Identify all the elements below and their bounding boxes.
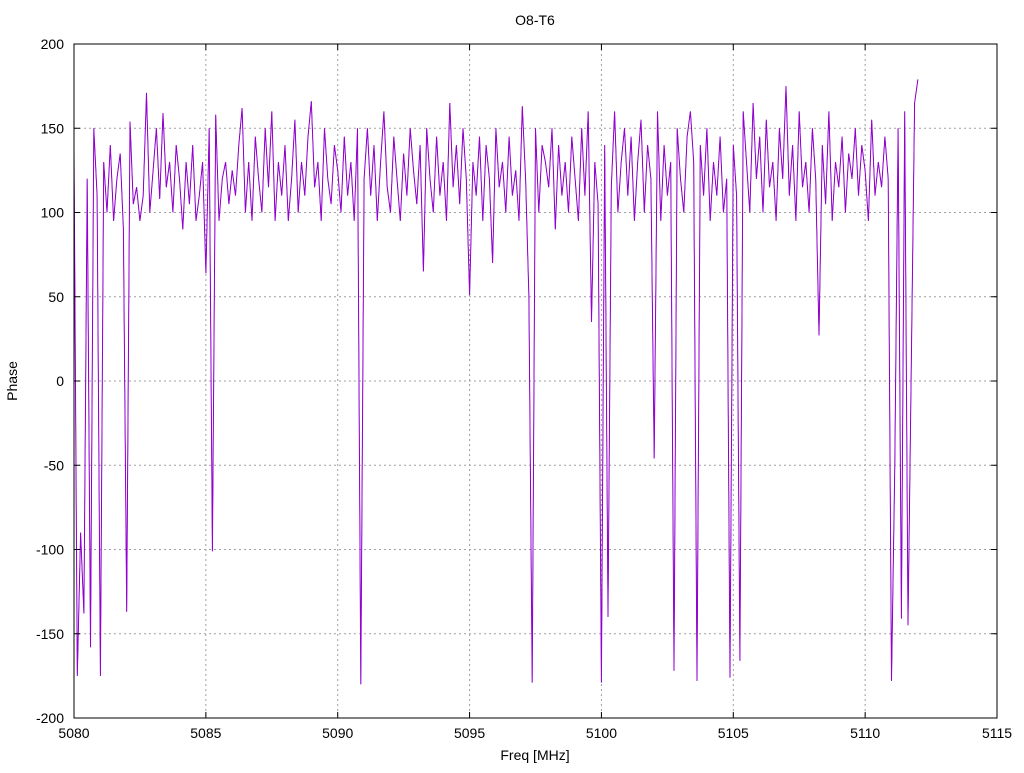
y-tick-label: 0 (56, 373, 64, 389)
y-tick-label: 50 (48, 289, 64, 305)
y-tick-label: 150 (41, 120, 65, 136)
phase-chart: 5080 5085 5090 5095 5100 5105 5110 5115 -200 -150… (4, 12, 1012, 763)
x-tick-label: 5110 (850, 725, 880, 741)
y-tick-label: -100 (36, 542, 64, 558)
x-tick-label: 5115 (982, 725, 1012, 741)
series-layer (73, 79, 919, 685)
y-axis-label: Phase (4, 361, 20, 401)
y-tick-label: -50 (44, 457, 64, 473)
x-tick-label: 5100 (586, 725, 617, 741)
x-tick-label: 5080 (58, 725, 89, 741)
x-tick-label: 5095 (454, 725, 485, 741)
x-tick-label: 5105 (718, 725, 749, 741)
x-tick-label: 5090 (322, 725, 353, 741)
y-tick-label: 200 (41, 36, 65, 52)
series-line-phase (73, 79, 919, 685)
y-tick-label: 100 (41, 205, 65, 221)
x-axis-label: Freq [MHz] (500, 747, 569, 763)
x-tick-label: 5085 (190, 725, 221, 741)
y-tick-label: -200 (36, 710, 64, 726)
chart-title: O8-T6 (515, 12, 555, 28)
y-tick-label: -150 (36, 626, 64, 642)
